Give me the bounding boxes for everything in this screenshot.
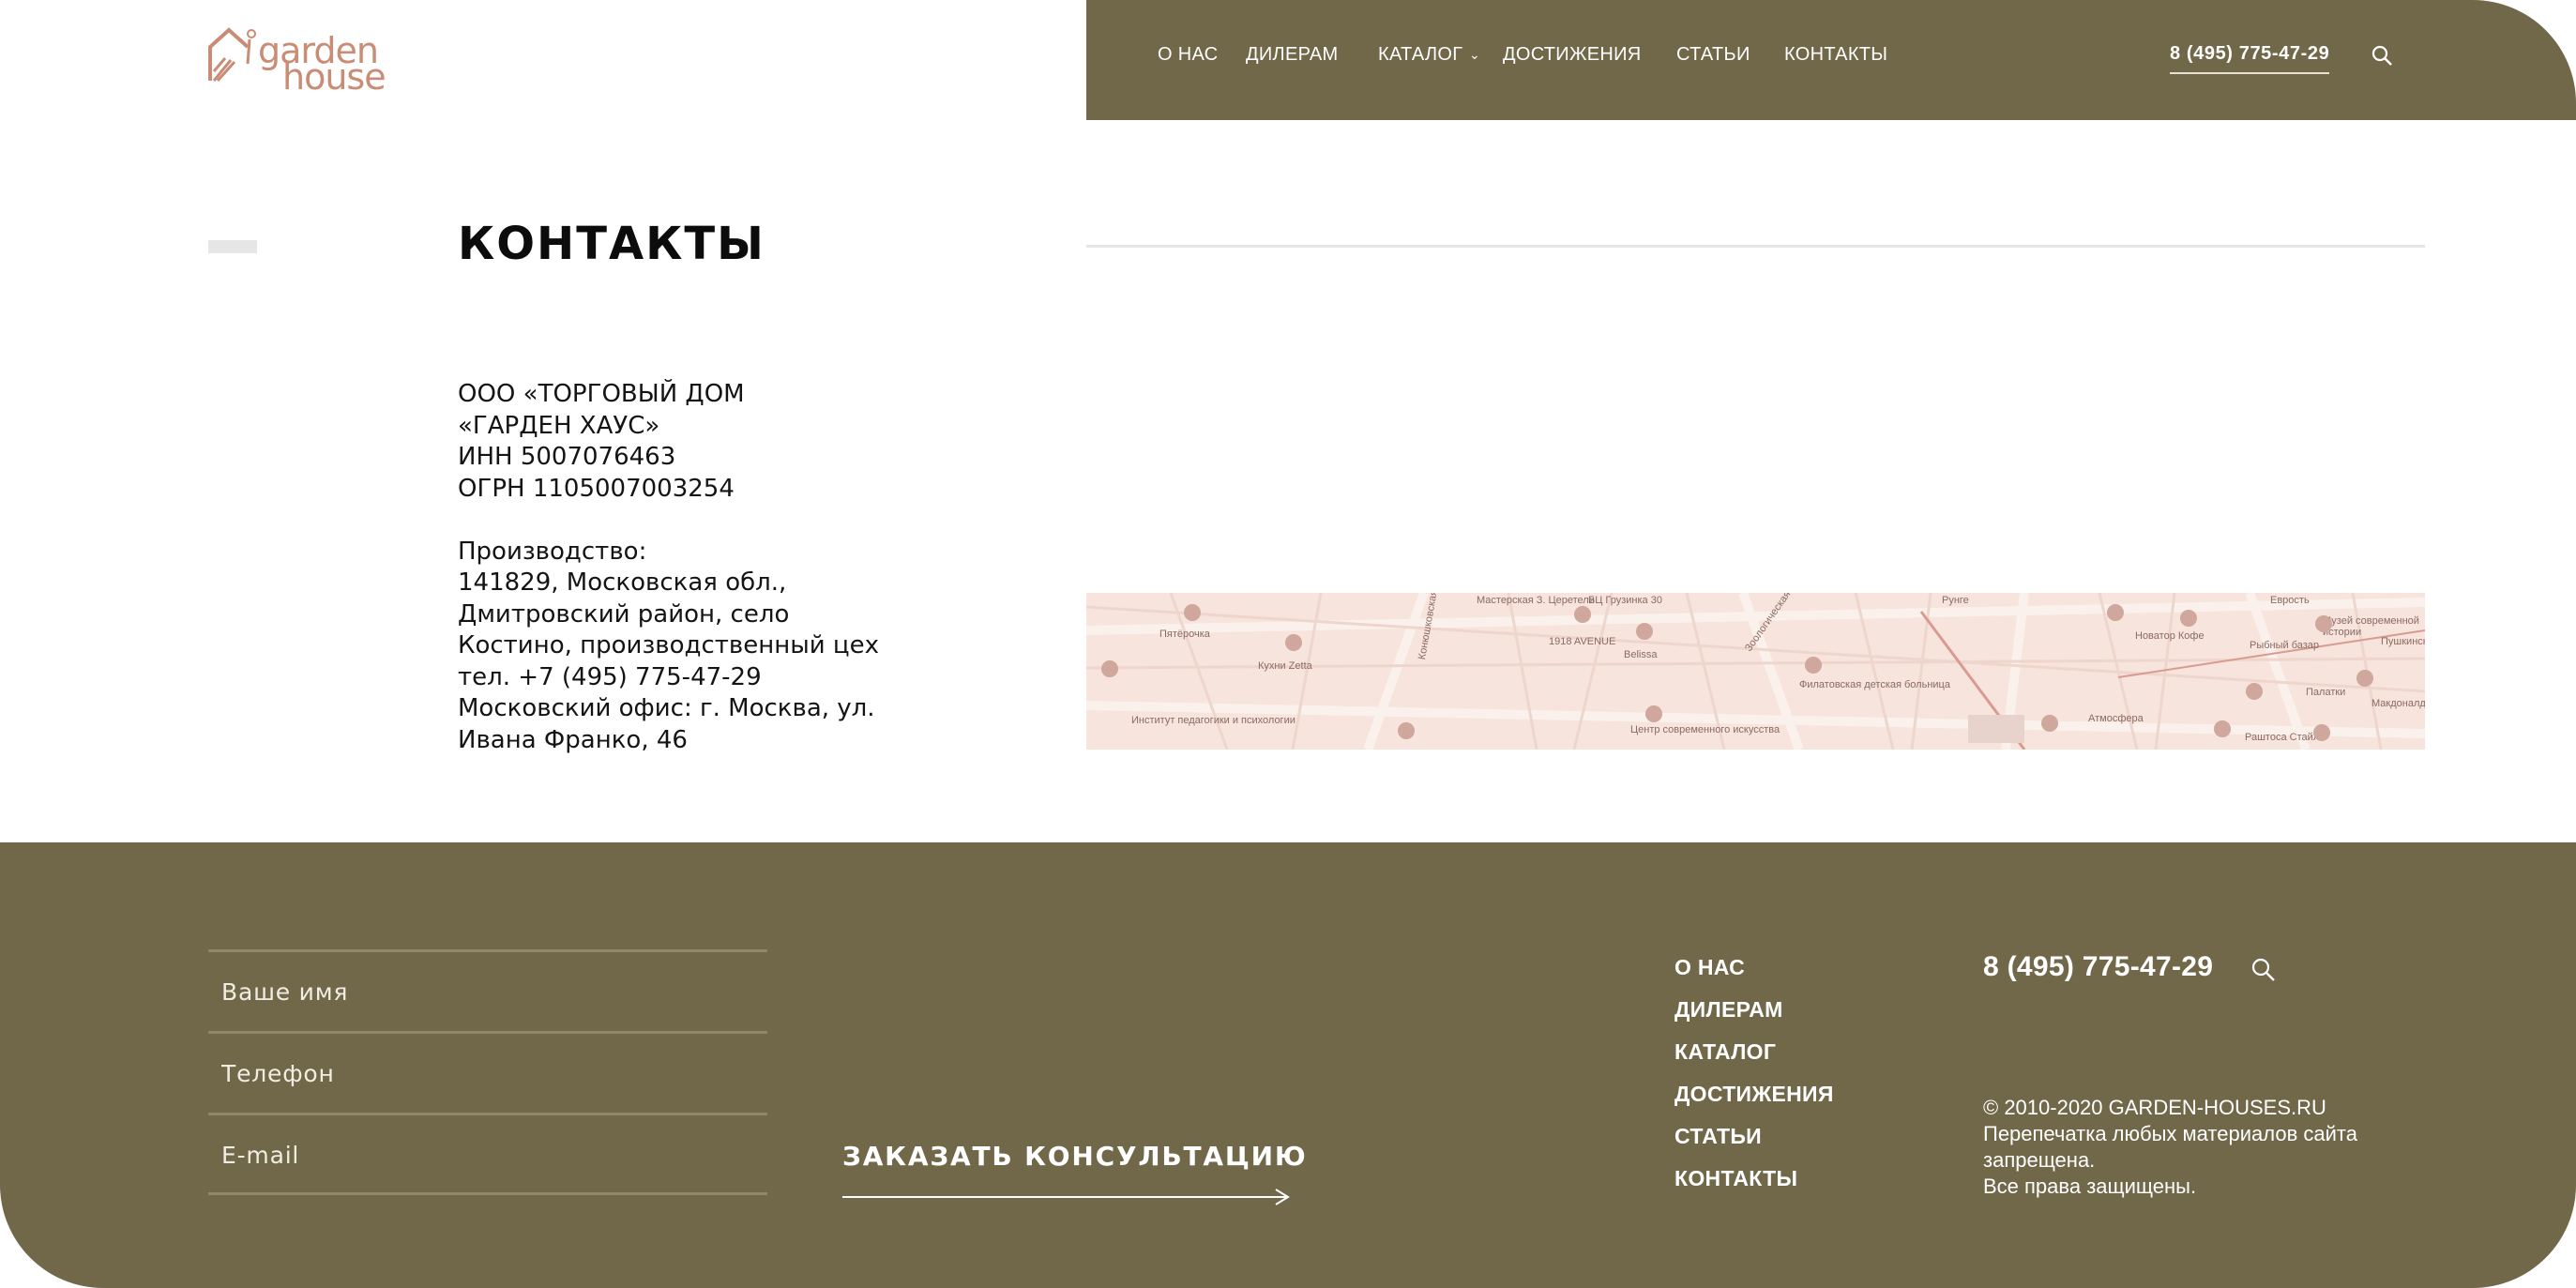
map-pin-icon — [1805, 657, 1822, 674]
map-label: Раштоса Стайл — [2245, 732, 2320, 743]
copyright-line: Все права защищены. — [1983, 1174, 2197, 1198]
order-consultation-button[interactable]: ЗАКАЗАТЬ КОНСУЛЬТАЦИЮ — [842, 1141, 1308, 1172]
footer-nav-item-contacts[interactable]: КОНТАКТЫ — [1674, 1163, 1834, 1205]
search-icon[interactable] — [2250, 956, 2278, 984]
production-address-line-2: Дмитровский район, село — [458, 599, 790, 629]
map-label: Филатовская детская больница — [1799, 679, 1950, 690]
map-pin-icon — [1101, 660, 1118, 677]
map-label: Зоологическая ул. — [1743, 593, 1803, 654]
copyright: © 2010-2020 GARDEN-HOUSES.RU Перепечатка… — [1983, 1095, 2424, 1200]
map-label: Еврость — [2270, 595, 2310, 606]
footer-nav-item-dealers[interactable]: ДИЛЕРАМ — [1674, 994, 1834, 1037]
nav-item-achievements[interactable]: ДОСТИЖЕНИЯ — [1503, 44, 1642, 66]
copyright-line: © 2010-2020 GARDEN-HOUSES.RU — [1983, 1096, 2326, 1119]
map-label: Центр современного искусства — [1630, 724, 1780, 735]
map-pin-icon — [2041, 715, 2058, 732]
email-input[interactable] — [221, 1136, 747, 1174]
office-address-line-1: Московский офис: г. Москва, ул. — [458, 694, 875, 722]
nav-item-articles[interactable]: СТАТЬИ — [1676, 44, 1750, 66]
map-label: Макдоналдс — [2371, 698, 2425, 709]
map[interactable]: Пятёрочка Мастерская З. Церетели БЦ Груз… — [1086, 593, 2425, 750]
map-label: Рунге — [1942, 595, 1969, 606]
production-heading: Производство: — [458, 537, 647, 566]
name-input[interactable] — [221, 973, 747, 1010]
footer-nav-item-catalog[interactable]: КАТАЛОГ — [1674, 1037, 1834, 1079]
copyright-line: запрещена. — [1983, 1148, 2096, 1172]
name-field[interactable] — [208, 949, 767, 1032]
map-label: Новатор Кофе — [2135, 630, 2205, 642]
map-label: Рыбный базар — [2250, 640, 2320, 651]
company-name-line-1: ООО «ТОРГОВЫЙ ДОМ — [458, 380, 745, 408]
company-name-line-2: «ГАРДЕН ХАУС» — [458, 411, 660, 440]
map-pin-icon — [1285, 634, 1302, 651]
company-ogrn: ОГРН 1105007003254 — [458, 474, 735, 503]
copyright-line: Перепечатка любых материалов сайта — [1983, 1122, 2357, 1145]
page: garden house О НАС ДИЛЕРАМ КАТАЛОГ ⌄ ДОС… — [0, 0, 2576, 1288]
map-pin-icon — [1574, 606, 1591, 623]
nav-item-dealers[interactable]: ДИЛЕРАМ — [1246, 44, 1339, 66]
phone-field[interactable] — [208, 1031, 767, 1114]
map-pin-icon — [2107, 604, 2124, 621]
nav-item-about[interactable]: О НАС — [1158, 44, 1218, 66]
map-label: Belissa — [1624, 649, 1658, 660]
footer-nav-item-achievements[interactable]: ДОСТИЖЕНИЯ — [1674, 1079, 1834, 1121]
map-label: БЦ Грузинка 30 — [1588, 595, 1662, 606]
map-pin-icon — [2315, 615, 2332, 632]
office-address-line-2: Ивана Франко, 46 — [458, 725, 688, 754]
house-logo-icon — [208, 27, 256, 83]
chevron-down-icon[interactable]: ⌄ — [1469, 48, 1480, 63]
footer-nav-item-articles[interactable]: СТАТЬИ — [1674, 1121, 1834, 1163]
map-pin-icon — [1645, 705, 1662, 722]
header-phone-link[interactable]: 8 (495) 775-47-29 — [2170, 43, 2330, 74]
search-icon[interactable] — [2371, 44, 2395, 68]
map-label: Кухни Zetta — [1258, 660, 1312, 672]
map-pin-icon — [2180, 610, 2197, 627]
email-field[interactable] — [208, 1113, 767, 1195]
form-bottom-line — [208, 1192, 767, 1195]
map-label: Пятёрочка — [1159, 629, 1210, 640]
map-pin-icon — [1184, 604, 1201, 621]
map-label: 1918 AVENUE — [1549, 636, 1616, 647]
nav-item-catalog[interactable]: КАТАЛОГ — [1378, 44, 1462, 66]
map-label: Институт педагогики и психологии — [1131, 715, 1296, 726]
map-label: Атмосфера — [2088, 713, 2144, 724]
production-phone: тел. +7 (495) 775-47-29 — [458, 662, 762, 691]
map-label: Пушкинская — [2381, 636, 2425, 647]
map-pin-icon — [1636, 623, 1653, 640]
map-label: Конюшковская ул. — [1417, 593, 1443, 661]
logo[interactable]: garden house — [206, 26, 422, 105]
map-label: Музей современной истории — [2323, 615, 2419, 638]
company-details: ООО «ТОРГОВЫЙ ДОМ «ГАРДЕН ХАУС» ИНН 5007… — [458, 379, 946, 756]
map-pin-icon — [2313, 724, 2330, 741]
footer-nav: О НАС ДИЛЕРАМ КАТАЛОГ ДОСТИЖЕНИЯ СТАТЬИ … — [1674, 952, 1834, 1205]
footer-nav-item-about[interactable]: О НАС — [1674, 952, 1834, 994]
phone-input[interactable] — [221, 1054, 747, 1092]
map-pin-icon — [2356, 670, 2373, 687]
company-inn: ИНН 5007076463 — [458, 443, 676, 471]
page-title: КОНТАКТЫ — [458, 218, 765, 270]
production-address-line-1: 141829, Московская обл., — [458, 568, 787, 597]
nav-item-contacts[interactable]: КОНТАКТЫ — [1784, 44, 1887, 66]
footer-phone-link[interactable]: 8 (495) 775-47-29 — [1983, 951, 2213, 983]
title-dash-decoration — [208, 240, 257, 253]
production-address-line-3: Костино, производственный цех — [458, 631, 880, 659]
map-pin-icon — [2246, 683, 2263, 700]
map-label: Палатки — [2306, 687, 2346, 698]
arrow-right-icon[interactable] — [842, 1188, 1293, 1206]
title-divider — [1086, 245, 2425, 248]
map-pin-icon — [1398, 722, 1415, 739]
map-pin-icon — [2214, 720, 2231, 737]
map-label: Мастерская З. Церетели — [1477, 595, 1595, 606]
